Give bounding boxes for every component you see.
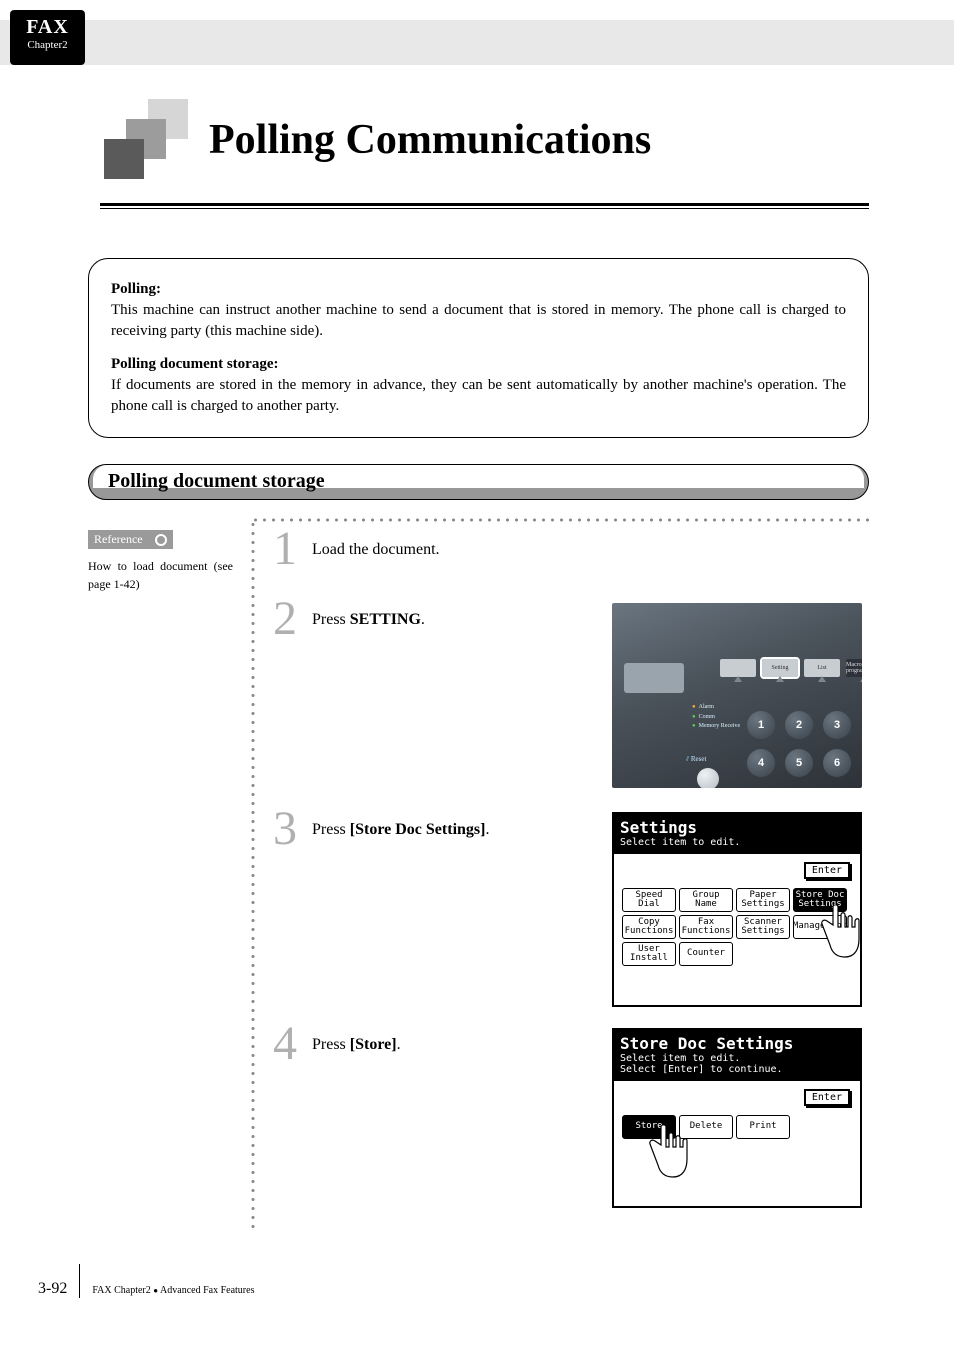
lcd-btn-fax-functions[interactable]: FaxFunctions bbox=[679, 915, 733, 939]
lcd-subtitle: Select item to edit. bbox=[620, 837, 854, 848]
panel-screen bbox=[624, 663, 684, 693]
reference-block: Reference How to load document (see page… bbox=[88, 530, 233, 593]
panel-reset-label: Reset bbox=[686, 755, 706, 764]
lcd-btn-print[interactable]: Print bbox=[736, 1115, 790, 1139]
lcd-btn-counter[interactable]: Counter bbox=[679, 942, 733, 966]
step-number: 4 bbox=[270, 1020, 300, 1068]
section-title: Polling document storage bbox=[88, 464, 869, 498]
page-footer: 3-92 FAX Chapter2 ● Advanced Fax Feature… bbox=[38, 1264, 254, 1298]
storage-label: Polling document storage: bbox=[111, 356, 278, 372]
dotted-rule-vertical bbox=[251, 520, 255, 1230]
step-1: 1 Load the document. bbox=[270, 525, 440, 573]
side-tab: FAX Chapter2 bbox=[10, 10, 85, 65]
lcd-title: Store Doc Settings bbox=[620, 1034, 854, 1053]
section-header: Polling document storage bbox=[88, 464, 869, 500]
page-title-block: Polling Communications bbox=[100, 95, 869, 209]
step-number: 2 bbox=[270, 595, 300, 643]
step-text: Press SETTING. bbox=[312, 595, 425, 629]
keypad-6[interactable]: 6 bbox=[823, 749, 851, 777]
keypad-5[interactable]: 5 bbox=[785, 749, 813, 777]
lcd-enter-button[interactable]: Enter bbox=[804, 1089, 850, 1106]
footer-caption: FAX Chapter2 ● Advanced Fax Features bbox=[92, 1285, 254, 1298]
storage-text: If documents are stored in the memory in… bbox=[111, 377, 846, 414]
reference-bullet-icon bbox=[155, 534, 167, 546]
lcd-store-doc-settings: Store Doc Settings Select item to edit. … bbox=[612, 1028, 862, 1208]
lcd-subtitle-2: Select [Enter] to continue. bbox=[620, 1064, 854, 1075]
reference-text: How to load document (see page 1-42) bbox=[88, 557, 233, 593]
title-icon bbox=[100, 95, 190, 185]
panel-keypad: 1 2 3 4 5 6 bbox=[747, 711, 851, 777]
panel-button-setting[interactable]: Setting bbox=[762, 659, 798, 677]
control-panel-photo: Setting List Macro program Alarm Comm Me… bbox=[612, 603, 862, 788]
keypad-1[interactable]: 1 bbox=[747, 711, 775, 739]
step-text: Load the document. bbox=[312, 525, 440, 559]
lcd-btn-copy-functions[interactable]: CopyFunctions bbox=[622, 915, 676, 939]
tab-fax: FAX bbox=[10, 16, 85, 39]
page-number: 3-92 bbox=[38, 1280, 67, 1298]
lcd-btn-group-name[interactable]: Group Name bbox=[679, 888, 733, 912]
lcd-subtitle: Select item to edit. bbox=[620, 1053, 854, 1064]
lcd-settings: Settings Select item to edit. Enter Spee… bbox=[612, 812, 862, 1007]
title-rule bbox=[100, 203, 869, 209]
step-text: Press [Store]. bbox=[312, 1020, 401, 1054]
panel-button[interactable] bbox=[720, 659, 756, 677]
lcd-btn-speed-dial[interactable]: Speed Dial bbox=[622, 888, 676, 912]
lcd-btn-user-install[interactable]: UserInstall bbox=[622, 942, 676, 966]
lcd-btn-paper-settings[interactable]: PaperSettings bbox=[736, 888, 790, 912]
panel-top-buttons: Setting List Macro program bbox=[720, 659, 862, 677]
panel-reset-button[interactable] bbox=[697, 768, 719, 788]
lcd-btn-store[interactable]: Store bbox=[622, 1115, 676, 1139]
reference-badge: Reference bbox=[88, 530, 173, 549]
lcd-title: Settings bbox=[620, 818, 854, 837]
header-bar bbox=[0, 20, 954, 65]
polling-text: This machine can instruct another machin… bbox=[111, 302, 846, 339]
polling-label: Polling: bbox=[111, 281, 161, 297]
info-box: Polling: This machine can instruct anoth… bbox=[88, 258, 869, 438]
dotted-rule-horizontal bbox=[251, 518, 869, 522]
step-number: 3 bbox=[270, 805, 300, 853]
panel-button-list[interactable]: List bbox=[804, 659, 840, 677]
footer-separator bbox=[79, 1264, 80, 1298]
lcd-btn-management[interactable]: Management bbox=[793, 915, 847, 939]
panel-button-macro[interactable]: Macro program bbox=[846, 659, 862, 677]
keypad-4[interactable]: 4 bbox=[747, 749, 775, 777]
lcd-btn-delete[interactable]: Delete bbox=[679, 1115, 733, 1139]
keypad-2[interactable]: 2 bbox=[785, 711, 813, 739]
keypad-3[interactable]: 3 bbox=[823, 711, 851, 739]
lcd-enter-button[interactable]: Enter bbox=[804, 862, 850, 879]
step-number: 1 bbox=[270, 525, 300, 573]
lcd-btn-store-doc-settings[interactable]: Store DocSettings bbox=[793, 888, 847, 912]
step-3: 3 Press [Store Doc Settings]. bbox=[270, 805, 489, 853]
step-2: 2 Press SETTING. bbox=[270, 595, 425, 643]
lcd-btn-scanner-settings[interactable]: ScannerSettings bbox=[736, 915, 790, 939]
step-text: Press [Store Doc Settings]. bbox=[312, 805, 489, 839]
step-4: 4 Press [Store]. bbox=[270, 1020, 401, 1068]
page-title: Polling Communications bbox=[209, 116, 651, 164]
panel-leds: Alarm Comm Memory Receive bbox=[692, 703, 740, 732]
tab-chapter: Chapter2 bbox=[10, 39, 85, 51]
